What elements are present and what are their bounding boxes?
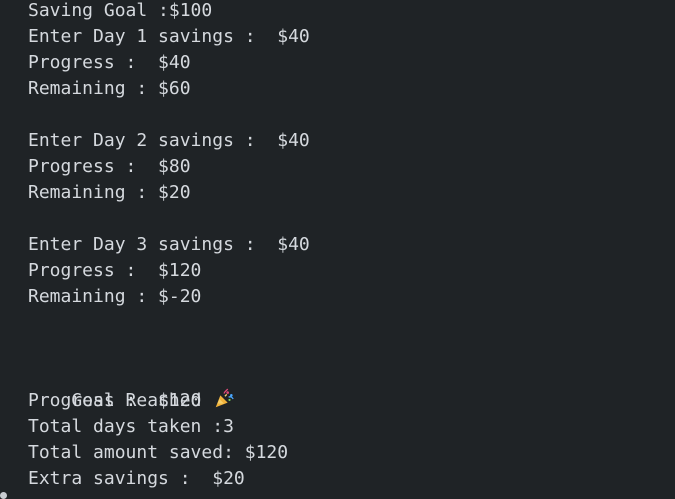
remaining-line-1: Remaining : $60	[28, 78, 191, 99]
final-progress-line: Progress : $120	[28, 390, 202, 411]
prompt-indicator-icon	[0, 492, 7, 499]
total-saved-line: Total amount saved: $120	[28, 442, 289, 463]
total-days-line: Total days taken :3	[28, 416, 234, 437]
terminal-output: Saving Goal :$100 Enter Day 1 savings : …	[0, 0, 675, 499]
saving-goal-line: Saving Goal :$100	[28, 0, 213, 21]
day-3-input-line: Enter Day 3 savings : $40	[28, 234, 310, 255]
goal-reached-line: Goal Reached	[28, 362, 235, 411]
remaining-line-2: Remaining : $20	[28, 182, 191, 203]
party-popper-icon	[216, 388, 235, 408]
remaining-line-3: Remaining : $-20	[28, 286, 202, 307]
progress-line-2: Progress : $80	[28, 156, 191, 177]
extra-savings-line: Extra savings : $20	[28, 468, 245, 489]
day-1-input-line: Enter Day 1 savings : $40	[28, 26, 310, 47]
day-2-input-line: Enter Day 2 savings : $40	[28, 130, 310, 151]
progress-line-1: Progress : $40	[28, 52, 191, 73]
progress-line-3: Progress : $120	[28, 260, 202, 281]
